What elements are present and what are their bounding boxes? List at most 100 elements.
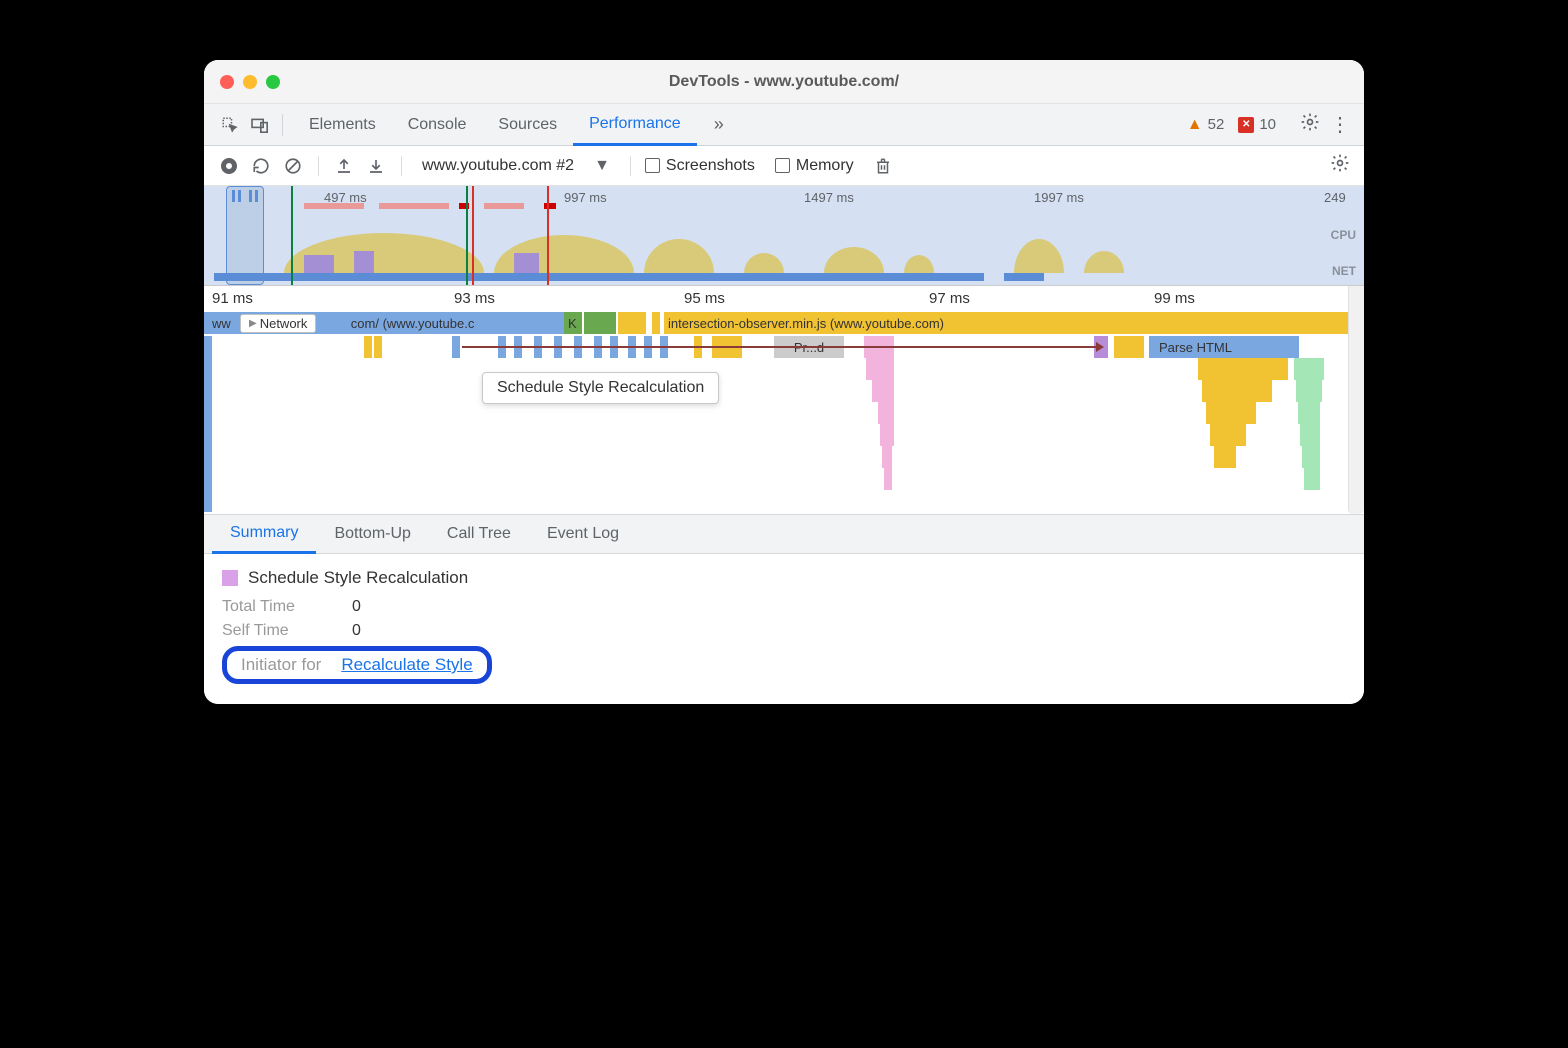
flame-bar[interactable] xyxy=(1304,468,1320,490)
network-label: Network xyxy=(260,316,308,331)
self-time-label: Self Time xyxy=(222,622,322,640)
flame-bar[interactable] xyxy=(608,312,616,334)
flame-bar[interactable] xyxy=(1294,358,1324,380)
inspect-icon[interactable] xyxy=(218,113,242,137)
divider xyxy=(630,156,631,176)
zoom-icon[interactable] xyxy=(266,75,280,89)
screenshots-checkbox[interactable]: Screenshots xyxy=(645,157,755,175)
checkbox-icon xyxy=(645,158,660,173)
flame-bar[interactable]: intersection-observer.min.js (www.youtub… xyxy=(664,312,1358,334)
flame-bar[interactable] xyxy=(1298,402,1320,424)
event-name: Schedule Style Recalculation xyxy=(248,568,468,588)
flame-bar[interactable] xyxy=(1206,402,1256,424)
tab-performance[interactable]: Performance xyxy=(573,105,697,146)
flame-bar[interactable] xyxy=(374,336,382,358)
initiator-arrow xyxy=(462,346,1102,348)
tick-label: 95 ms xyxy=(684,290,725,307)
kebab-icon[interactable]: ⋮ xyxy=(1330,112,1350,137)
network-chip[interactable]: ▶ Network xyxy=(240,314,316,333)
marker-line xyxy=(466,186,468,285)
flame-bar[interactable] xyxy=(600,312,608,334)
btab-calltree[interactable]: Call Tree xyxy=(429,515,529,553)
flame-bar[interactable] xyxy=(878,402,894,424)
flame-bar[interactable] xyxy=(1198,358,1288,380)
initiator-link[interactable]: Recalculate Style xyxy=(341,655,472,675)
panel-settings-icon[interactable] xyxy=(1330,153,1350,178)
overview-timeline[interactable]: 497 ms 997 ms 1497 ms 1997 ms 249 xyxy=(204,186,1364,286)
summary-row-self: Self Time 0 xyxy=(222,622,1346,640)
tab-elements[interactable]: Elements xyxy=(293,104,392,145)
flame-bar[interactable] xyxy=(1114,336,1144,358)
download-button[interactable] xyxy=(365,155,387,177)
flame-bar[interactable] xyxy=(1214,446,1236,468)
flame-bar[interactable] xyxy=(364,336,372,358)
summary-panel: Schedule Style Recalculation Total Time … xyxy=(204,554,1364,704)
settings-icon[interactable] xyxy=(1300,112,1320,137)
record-button[interactable] xyxy=(218,155,240,177)
error-icon: ✕ xyxy=(1238,117,1254,133)
event-color-swatch xyxy=(222,570,238,586)
flame-bar[interactable] xyxy=(866,358,894,380)
overview-marker xyxy=(484,203,524,209)
flame-bar[interactable] xyxy=(452,336,460,358)
summary-event-title: Schedule Style Recalculation xyxy=(222,568,1346,588)
btab-summary[interactable]: Summary xyxy=(212,516,316,554)
tick-label: 1497 ms xyxy=(804,190,854,205)
session-label: www.youtube.com #2 xyxy=(422,157,574,175)
cpu-label: CPU xyxy=(1331,228,1356,242)
tick-label: 91 ms xyxy=(212,290,253,307)
tab-sources[interactable]: Sources xyxy=(482,104,573,145)
flame-chart[interactable]: 91 ms 93 ms 95 ms 97 ms 99 ms ww com/ (w… xyxy=(204,286,1364,514)
reload-button[interactable] xyxy=(250,155,272,177)
btab-bottomup[interactable]: Bottom-Up xyxy=(316,515,428,553)
overview-marker xyxy=(304,203,364,209)
clear-button[interactable] xyxy=(282,155,304,177)
overview-marker xyxy=(379,203,449,209)
flame-bar[interactable] xyxy=(872,380,894,402)
flame-bar[interactable] xyxy=(1210,424,1246,446)
screenshots-label: Screenshots xyxy=(666,157,755,175)
minimize-icon[interactable] xyxy=(243,75,257,89)
memory-checkbox[interactable]: Memory xyxy=(775,157,854,175)
marker-line xyxy=(472,186,474,285)
flame-rows: ww com/ (www.youtube.c ▶ Network K inter… xyxy=(204,312,1364,512)
play-icon: ▶ xyxy=(249,318,257,329)
flame-bar[interactable] xyxy=(618,312,646,334)
more-tabs-icon[interactable]: » xyxy=(707,113,731,137)
flame-bar[interactable] xyxy=(882,446,892,468)
flame-bar[interactable] xyxy=(1302,446,1320,468)
flame-bar[interactable] xyxy=(204,336,212,512)
perf-toolbar: www.youtube.com #2 ▼ Screenshots Memory xyxy=(204,146,1364,186)
tab-console[interactable]: Console xyxy=(392,104,483,145)
flame-bar[interactable] xyxy=(1202,380,1272,402)
tick-label: 97 ms xyxy=(929,290,970,307)
detail-ticks: 91 ms 93 ms 95 ms 97 ms 99 ms xyxy=(204,286,1364,312)
warnings-badge[interactable]: ▲ 52 xyxy=(1187,116,1225,134)
flame-bar[interactable] xyxy=(1296,380,1322,402)
errors-badge[interactable]: ✕ 10 xyxy=(1238,116,1276,133)
net-chart xyxy=(1004,273,1044,281)
flame-bar[interactable] xyxy=(652,312,660,334)
device-toggle-icon[interactable] xyxy=(248,113,272,137)
self-time-value: 0 xyxy=(352,622,361,640)
checkbox-icon xyxy=(775,158,790,173)
close-icon[interactable] xyxy=(220,75,234,89)
initiator-highlight: Initiator for Recalculate Style xyxy=(222,646,492,684)
flame-bar[interactable] xyxy=(880,424,894,446)
flame-bar[interactable]: Parse HTML xyxy=(1149,336,1299,358)
garbage-collect-button[interactable] xyxy=(872,155,894,177)
upload-button[interactable] xyxy=(333,155,355,177)
marker-line xyxy=(547,186,549,285)
caret-down-icon: ▼ xyxy=(594,157,610,175)
warning-icon: ▲ xyxy=(1187,116,1203,134)
btab-eventlog[interactable]: Event Log xyxy=(529,515,637,553)
flame-bar[interactable] xyxy=(592,312,600,334)
flame-bar[interactable] xyxy=(584,312,592,334)
overview-marker xyxy=(544,203,556,209)
net-label: NET xyxy=(1332,264,1356,278)
flame-bar[interactable] xyxy=(884,468,892,490)
flame-bar[interactable] xyxy=(1300,424,1320,446)
flame-bar[interactable]: K xyxy=(564,312,582,334)
titlebar: DevTools - www.youtube.com/ xyxy=(204,60,1364,104)
session-dropdown[interactable]: www.youtube.com #2 ▼ xyxy=(416,157,616,175)
